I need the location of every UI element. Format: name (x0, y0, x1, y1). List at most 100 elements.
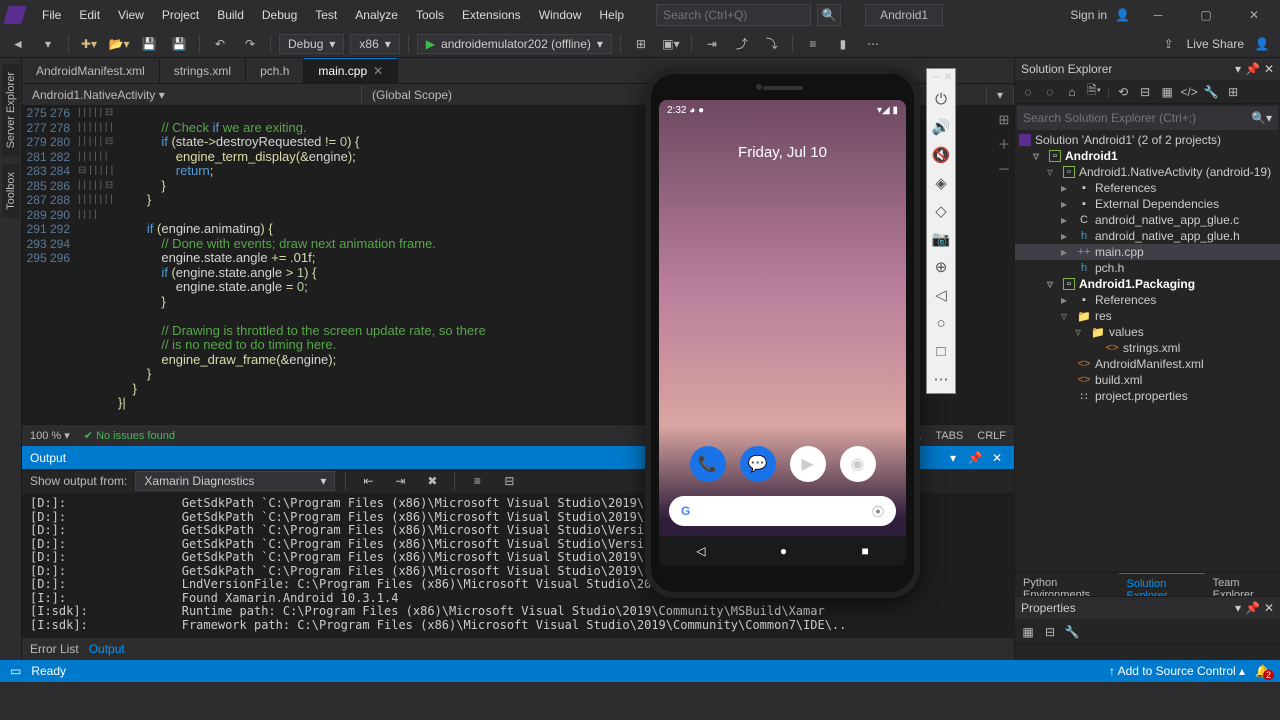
emu-tool-button[interactable]: ⊕ (927, 253, 955, 281)
fold-column[interactable]: | | | | | ⊟ | | | | | | | | | | | | ⊟ | … (78, 106, 114, 424)
liveshare-button[interactable]: Live Share (1187, 37, 1244, 51)
emu-tool-button[interactable]: 🔊 (927, 113, 955, 141)
zoom-dropdown[interactable]: 100 % ▾ (30, 429, 70, 442)
output-dd-icon[interactable]: ▾ (944, 449, 962, 467)
android-emulator[interactable]: 2:32 ◕ ● ▾◢ ▮ Friday, Jul 10 📞 💬 ▶ ◉ G ⦿… (645, 68, 920, 598)
chrome-app-icon[interactable]: ◉ (840, 446, 876, 482)
props-az-icon[interactable]: ⊟ (1041, 623, 1059, 641)
menu-edit[interactable]: Edit (71, 4, 108, 26)
tree-node[interactable]: ∷project.properties (1015, 388, 1280, 404)
emu-tool-button[interactable]: ◁ (927, 281, 955, 309)
se-search-input[interactable] (1023, 111, 1251, 125)
undo-button[interactable]: ↶ (208, 33, 232, 55)
emu-tool-button[interactable]: ⏻ (927, 85, 955, 113)
se-fwd-icon[interactable]: ◌ (1041, 83, 1059, 101)
tab-file[interactable]: main.cpp✕ (304, 58, 398, 83)
nav-recent-icon[interactable]: ■ (862, 544, 869, 558)
plus-icon[interactable]: ＋ (997, 134, 1010, 153)
output-prev-icon[interactable]: ⇤ (356, 470, 380, 492)
tab-file[interactable]: AndroidManifest.xml (22, 59, 160, 83)
tree-node[interactable]: <>AndroidManifest.xml (1015, 356, 1280, 372)
minimize-button[interactable]: ─ (1138, 1, 1178, 29)
output-clear-icon[interactable]: ✖ (420, 470, 444, 492)
se-search[interactable]: 🔍▾ (1017, 106, 1278, 130)
tree-node[interactable]: ▸▪External Dependencies (1015, 196, 1280, 212)
solution-tree[interactable]: Solution 'Android1' (2 of 2 projects) ▿▫… (1015, 132, 1280, 572)
panel-pin-icon[interactable]: 📌 (1245, 62, 1260, 76)
emulator-search-bar[interactable]: G ⦿ (669, 496, 896, 526)
emu-tool-button[interactable]: 🔇 (927, 141, 955, 169)
play-store-icon[interactable]: ▶ (790, 446, 826, 482)
emu-min-icon[interactable]: ─ (933, 72, 940, 83)
output-toggle-icon[interactable]: ⊟ (497, 470, 521, 492)
emu-tool-button[interactable]: ○ (927, 309, 955, 337)
menu-project[interactable]: Project (154, 4, 207, 26)
step-over[interactable]: ⤴ (730, 33, 754, 55)
step-out[interactable]: ⤵ (760, 33, 784, 55)
platform-dropdown[interactable]: x86▾ (350, 34, 399, 54)
messages-app-icon[interactable]: 💬 (740, 446, 776, 482)
project-selector[interactable]: Android1 (865, 4, 943, 26)
close-button[interactable]: ✕ (1234, 1, 1274, 29)
menu-file[interactable]: File (34, 4, 69, 26)
bookmark-btn[interactable]: ▮ (831, 33, 855, 55)
person-icon[interactable]: 👤 (1115, 8, 1130, 22)
props-cat-icon[interactable]: ▦ (1019, 623, 1037, 641)
forward-button[interactable]: ▾ (36, 33, 60, 55)
search-go-button[interactable]: 🔍 (817, 4, 841, 26)
issues-indicator[interactable]: ✔ No issues found (84, 429, 175, 442)
side-tab[interactable]: Solution Explorer (1119, 573, 1205, 596)
open-button[interactable]: 📂▾ (107, 33, 131, 55)
scope-member[interactable]: ▾ (987, 86, 1014, 104)
tree-node[interactable]: ▸▪References (1015, 292, 1280, 308)
feedback-icon[interactable]: 👤 (1250, 33, 1274, 55)
se-back-icon[interactable]: ◌ (1019, 83, 1037, 101)
maximize-button[interactable]: ▢ (1186, 1, 1226, 29)
nav-back-icon[interactable]: ◁ (696, 544, 705, 558)
layout-btn[interactable]: ▣▾ (659, 33, 683, 55)
se-refresh-icon[interactable]: ⟲ (1114, 83, 1132, 101)
server-explorer-tab[interactable]: Server Explorer (2, 64, 20, 156)
toolbox-btn[interactable]: ⊞ (629, 33, 653, 55)
bottom-tab[interactable]: Error List (30, 642, 79, 656)
tab-file[interactable]: strings.xml (160, 59, 246, 83)
tree-node[interactable]: ▸▪References (1015, 180, 1280, 196)
tab-file[interactable]: pch.h (246, 59, 304, 83)
emu-tool-button[interactable]: ⋯ (927, 365, 955, 393)
se-show-icon[interactable]: ▦ (1158, 83, 1176, 101)
se-props-icon[interactable]: 🔧 (1202, 83, 1220, 101)
se-more-icon[interactable]: ⊞ (1224, 83, 1242, 101)
menu-debug[interactable]: Debug (254, 4, 305, 26)
panel-dd-icon[interactable]: ▾ (1235, 62, 1241, 76)
tree-node[interactable]: <>strings.xml (1015, 340, 1280, 356)
side-tab[interactable]: Python Environments (1015, 573, 1119, 596)
search-box[interactable] (656, 4, 811, 26)
menu-extensions[interactable]: Extensions (454, 4, 529, 26)
se-search-icon[interactable]: 🔍▾ (1251, 111, 1272, 125)
emu-tool-button[interactable]: ◇ (927, 197, 955, 225)
step-into[interactable]: ⇥ (700, 33, 724, 55)
tree-node[interactable]: ▿📁values (1015, 324, 1280, 340)
tree-node[interactable]: ▿▫Android1.Packaging (1015, 276, 1280, 292)
assistant-icon[interactable]: ⦿ (872, 503, 884, 520)
menu-analyze[interactable]: Analyze (347, 4, 406, 26)
back-button[interactable]: ◄ (6, 33, 30, 55)
save-button[interactable]: 💾 (137, 33, 161, 55)
minus-icon[interactable]: － (997, 159, 1010, 178)
menu-build[interactable]: Build (209, 4, 252, 26)
tree-node[interactable]: hpch.h (1015, 260, 1280, 276)
comment-btn[interactable]: ≡ (801, 33, 825, 55)
menu-help[interactable]: Help (591, 4, 632, 26)
liveshare-icon[interactable]: ⇪ (1157, 33, 1181, 55)
solution-root[interactable]: Solution 'Android1' (2 of 2 projects) (1015, 132, 1280, 148)
emu-close-icon[interactable]: ✕ (944, 72, 952, 83)
output-wrap-icon[interactable]: ≡ (465, 470, 489, 492)
nav-home-icon[interactable]: ● (780, 544, 787, 558)
phone-app-icon[interactable]: 📞 (690, 446, 726, 482)
notifications-button[interactable]: 🔔2 (1255, 664, 1270, 678)
split-icon[interactable]: ⊞ (999, 112, 1010, 128)
tree-node[interactable]: ▸Candroid_native_app_glue.c (1015, 212, 1280, 228)
se-code-icon[interactable]: </> (1180, 83, 1198, 101)
menu-tools[interactable]: Tools (408, 4, 452, 26)
save-all-button[interactable]: 💾 (167, 33, 191, 55)
